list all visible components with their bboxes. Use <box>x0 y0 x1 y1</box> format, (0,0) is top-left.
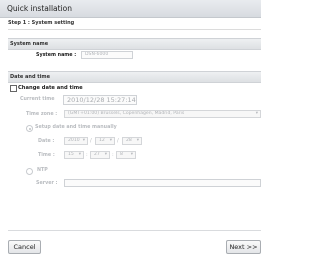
chevron-down-icon: ▾ <box>130 152 133 157</box>
ntp-label: NTP <box>37 168 48 173</box>
time-hour-select[interactable]: 15 ▾ <box>64 151 84 159</box>
time-zone-value: (GMT+01:00) Brussels, Copenhagen, Madrid… <box>68 111 185 116</box>
change-date-time-label: Change date and time <box>18 85 83 91</box>
time-minute-value: 27 <box>94 152 100 157</box>
date-time-header-label: Date and time <box>10 74 51 80</box>
manual-radio[interactable] <box>26 125 33 132</box>
window-title: Quick installation <box>7 4 73 13</box>
time-separator: : <box>86 152 88 158</box>
time-zone-label: Time zone : <box>26 112 58 117</box>
system-name-label: System name : <box>36 53 77 58</box>
time-second-value: 8 <box>120 152 123 157</box>
date-label: Date : <box>38 139 55 144</box>
window-titlebar: Quick installation <box>0 0 261 18</box>
manual-label: Setup date and time manually <box>35 125 117 130</box>
system-name-header: System name <box>8 38 261 50</box>
change-date-time-checkbox[interactable] <box>10 85 17 92</box>
chevron-down-icon: ▾ <box>104 152 107 157</box>
ntp-radio[interactable] <box>26 168 33 175</box>
time-hour-value: 15 <box>68 152 74 157</box>
chevron-down-icon: ▾ <box>82 138 85 143</box>
date-separator: / <box>90 138 92 144</box>
system-name-header-label: System name <box>10 41 49 47</box>
date-month-value: 12 <box>99 138 105 143</box>
date-month-select[interactable]: 12 ▾ <box>95 137 115 145</box>
system-name-input[interactable]: DSN-6000 <box>81 51 133 59</box>
current-time-field: 2010/12/28 15:27:14 <box>63 95 137 105</box>
next-button[interactable]: Next >> <box>226 240 261 254</box>
date-day-value: 28 <box>126 138 132 143</box>
cancel-button[interactable]: Cancel <box>8 240 41 254</box>
server-input[interactable] <box>64 179 261 187</box>
step-divider <box>8 29 261 30</box>
chevron-down-icon: ▾ <box>78 152 81 157</box>
current-time-label: Current time <box>20 97 55 102</box>
chevron-down-icon: ▾ <box>109 138 112 143</box>
chevron-down-icon: ▾ <box>255 111 258 116</box>
step-label: Step 1 : System setting <box>8 20 75 26</box>
date-day-select[interactable]: 28 ▾ <box>122 137 142 145</box>
time-second-select[interactable]: 8 ▾ <box>116 151 136 159</box>
footer-divider <box>8 230 261 231</box>
time-zone-select[interactable]: (GMT+01:00) Brussels, Copenhagen, Madrid… <box>64 110 261 118</box>
chevron-down-icon: ▾ <box>136 138 139 143</box>
time-minute-select[interactable]: 27 ▾ <box>90 151 110 159</box>
date-time-header: Date and time <box>8 71 261 83</box>
date-year-select[interactable]: 2010 ▾ <box>64 137 88 145</box>
time-separator: : <box>112 152 114 158</box>
date-separator: / <box>117 138 119 144</box>
server-label: Server : <box>36 181 58 186</box>
date-year-value: 2010 <box>68 138 80 143</box>
time-label: Time : <box>38 153 55 158</box>
